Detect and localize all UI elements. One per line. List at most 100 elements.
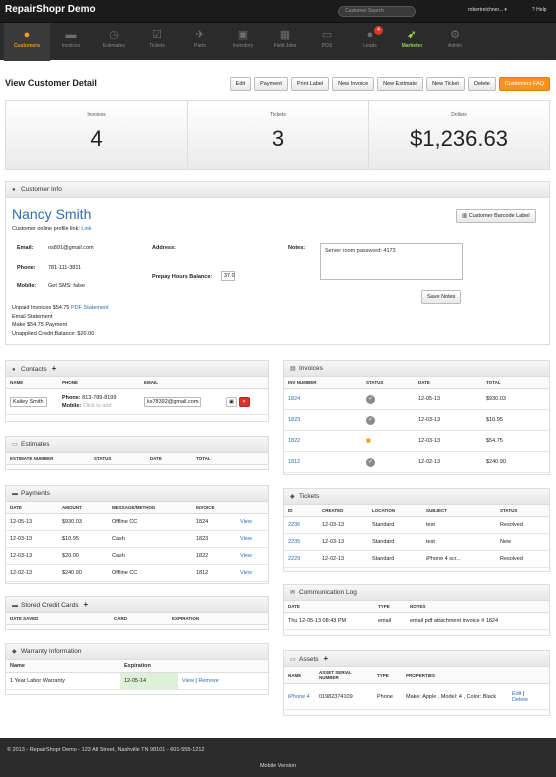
nav-leads[interactable]: ● 4 Leads: [347, 23, 393, 61]
invoice-status: ✓: [362, 409, 414, 431]
new-invoice-button[interactable]: New Invoice: [332, 77, 375, 91]
edit-button[interactable]: Edit: [229, 77, 252, 91]
ticket-id-link[interactable]: 2235: [284, 533, 318, 551]
table-row: 1824 ✓ 12-05-13 $930.03: [284, 388, 549, 410]
payments-table: DATE AMOUNT MESSAGE/METHOD INVOICE 12-05…: [6, 502, 268, 582]
customers-faq-button[interactable]: Customers FAQ: [498, 77, 550, 91]
print-label-button[interactable]: Print Label: [290, 77, 330, 91]
brand-logo[interactable]: RepairShopr Demo: [5, 4, 96, 15]
col-header: DATE: [6, 502, 58, 514]
save-contact-icon[interactable]: ▣: [226, 396, 237, 407]
invoices-table: INV NUMBER STATUS DATE TOTAL 1824 ✓ 12-05-…: [284, 377, 549, 473]
contact-name-cell: Kailey Smith: [6, 388, 58, 415]
view-payment-link[interactable]: View: [236, 564, 268, 582]
view-payment-link[interactable]: View: [236, 530, 268, 548]
col-header: LOCATION: [368, 505, 422, 517]
nav-field-jobs[interactable]: ▦ Field Jobs: [262, 23, 308, 61]
invoice-number-link[interactable]: 1812: [284, 451, 362, 473]
email-statement-link[interactable]: Email Statement: [12, 314, 52, 320]
nav-label: Marketer: [401, 43, 423, 49]
make-payment-link[interactable]: Make $54.75 Payment: [12, 322, 67, 328]
asset-name-link[interactable]: iPhone 4: [284, 683, 315, 710]
cell: Standard: [368, 533, 422, 551]
delete-asset-link[interactable]: Delete: [512, 697, 528, 703]
user-menu[interactable]: robertreichner... ▾: [468, 7, 507, 13]
col-header: [222, 377, 268, 389]
notes-textarea[interactable]: Server room password: 4173: [320, 243, 463, 280]
contact-email-input[interactable]: ks78392@gmail.com: [144, 396, 202, 407]
add-contact-icon[interactable]: +: [52, 364, 57, 373]
nav-invoices[interactable]: ▬ Invoices: [48, 23, 94, 61]
footer: © 2013 - RepairShopr Demo - 123 All Stre…: [0, 738, 556, 777]
col-header: TOTAL: [482, 377, 549, 389]
warranty-name: 1 Year Labor Warranty: [6, 672, 120, 690]
phone-label: Phone:: [17, 265, 36, 271]
remove-warranty-link[interactable]: Remove: [198, 678, 218, 684]
mobile-version-link[interactable]: Mobile Version: [0, 763, 556, 769]
ticket-id-link[interactable]: 2236: [284, 516, 318, 534]
pdf-statement-link[interactable]: PDF Statement: [71, 305, 109, 311]
customer-name[interactable]: Nancy Smith: [12, 206, 91, 222]
help-icon: ?: [532, 7, 535, 13]
nav-label: Admin: [447, 43, 463, 49]
view-payment-link[interactable]: View: [236, 513, 268, 531]
new-estimate-button[interactable]: New Estimate: [377, 77, 424, 91]
new-ticket-button[interactable]: New Ticket: [426, 77, 465, 91]
contact-mobile-input[interactable]: Click to add: [83, 403, 112, 409]
add-asset-icon[interactable]: +: [324, 654, 329, 663]
profile-link[interactable]: Link: [81, 226, 91, 232]
nav-parts[interactable]: ✈ Parts: [177, 23, 223, 61]
delete-button[interactable]: Delete: [467, 77, 496, 91]
cell: Cash: [108, 547, 192, 565]
view-payment-link[interactable]: View: [236, 547, 268, 565]
contact-phone[interactable]: 813-789-8199: [82, 395, 116, 401]
col-header: INVOICE: [192, 502, 236, 514]
user-icon: ●: [12, 367, 16, 373]
col-header: NAME: [6, 377, 58, 389]
monitor-icon: ▭: [321, 29, 333, 41]
customer-search-input[interactable]: Customer Search: [338, 6, 416, 17]
assets-table: NAME ASSET SERIAL NUMBER TYPE PROPERTIES…: [284, 667, 549, 710]
unpaid-invoices-row: Unpaid Invoices $54.75 PDF Statement: [12, 305, 109, 311]
col-header: STATUS: [496, 505, 549, 517]
ticket-id-link[interactable]: 2229: [284, 550, 318, 568]
cell: test: [422, 533, 496, 551]
gear-icon: ⚙: [450, 29, 460, 41]
col-header: PHONE: [58, 377, 140, 389]
invoice-number-link[interactable]: 1823: [284, 409, 362, 431]
nav-label: Estimates: [103, 43, 125, 49]
cell: Resolved: [496, 516, 549, 534]
nav-inventory[interactable]: ▣ Inventory: [220, 23, 266, 61]
nav-marketer[interactable]: ➶ Marketer: [389, 23, 435, 61]
nav-tickets[interactable]: ☑ Tickets: [134, 23, 180, 61]
save-notes-button[interactable]: Save Notes: [421, 290, 462, 304]
nav-customers[interactable]: ● Customers: [4, 23, 50, 61]
contact-email-cell: ks78392@gmail.com: [140, 388, 222, 415]
add-card-icon[interactable]: +: [83, 600, 88, 609]
nav-admin[interactable]: ⚙ Admin: [432, 23, 478, 61]
table-row: 2229 12-02-13 Standard iPhone 4 scr... Resol…: [284, 550, 549, 568]
invoice-status: ■: [362, 430, 414, 452]
email-value: ns891@gmail.com: [48, 245, 94, 251]
col-header: [508, 667, 549, 684]
help-link[interactable]: ? Help: [532, 7, 546, 13]
invoice-number-link[interactable]: 1822: [284, 430, 362, 452]
user-icon: ●: [23, 29, 31, 41]
table-row: 12-05-13 $930.03 Offline CC 1824 View: [6, 513, 268, 531]
invoice-number-link[interactable]: 1824: [284, 388, 362, 410]
box-icon: ▣: [237, 29, 249, 41]
view-warranty-link[interactable]: View: [182, 678, 194, 684]
table-row: 2236 12-03-13 Standard test Resolved: [284, 516, 549, 534]
nav-pos[interactable]: ▭ POS: [304, 23, 350, 61]
panel-header: ▭ Assets +: [284, 651, 549, 667]
delete-contact-icon[interactable]: ×: [238, 396, 250, 407]
panel-title: Contacts: [21, 366, 47, 373]
payment-button[interactable]: Payment: [254, 77, 288, 91]
nav-label: POS: [321, 43, 333, 49]
contact-name-input[interactable]: Kailey Smith: [10, 396, 47, 407]
prepay-hours-input[interactable]: 37.0: [221, 271, 235, 281]
invoice-status: ✓: [362, 451, 414, 473]
invoice-status: ✓: [362, 388, 414, 410]
nav-estimates[interactable]: ◷ Estimates: [91, 23, 137, 61]
customer-barcode-label-button[interactable]: ▥ Customer Barcode Label: [456, 209, 536, 223]
